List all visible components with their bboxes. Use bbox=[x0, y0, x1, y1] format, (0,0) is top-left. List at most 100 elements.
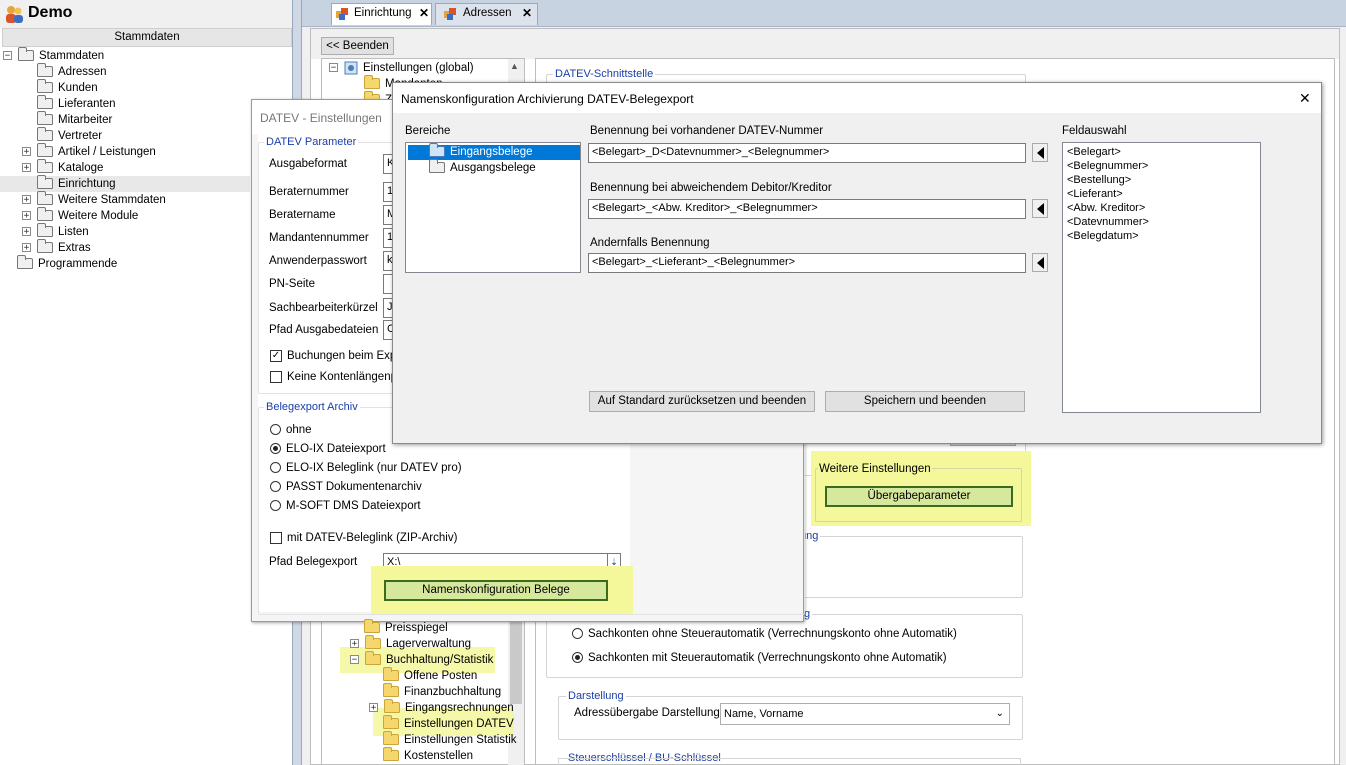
stammdaten-header: Stammdaten bbox=[2, 28, 292, 47]
feld-item[interactable]: <Abw. Kreditor> bbox=[1067, 201, 1149, 215]
collapse-icon[interactable]: − bbox=[350, 655, 359, 665]
tab-einrichtung[interactable]: Einrichtung ✕ bbox=[331, 3, 432, 25]
check-buchungen[interactable]: ✓ Buchungen beim Exp bbox=[270, 350, 396, 362]
sidebar-item[interactable]: + Weitere Module bbox=[22, 207, 138, 224]
sidebar-item[interactable]: Vertreter bbox=[22, 127, 102, 144]
insert-arrow-icon[interactable] bbox=[1032, 143, 1048, 162]
tree-item-label: Buchhaltung/Statistik bbox=[386, 654, 494, 666]
sidebar-item[interactable]: + Kataloge bbox=[22, 159, 103, 176]
sidebar-item[interactable]: − Stammdaten bbox=[3, 47, 104, 64]
sidebar-item[interactable]: + Listen bbox=[22, 223, 89, 240]
archiv-radio[interactable]: M-SOFT DMS Dateiexport bbox=[270, 500, 421, 512]
radio-icon[interactable] bbox=[270, 424, 281, 436]
check-zip[interactable]: mit DATEV-Beleglink (ZIP-Archiv) bbox=[270, 532, 457, 544]
sidebar-item[interactable]: Adressen bbox=[22, 63, 107, 80]
save-button[interactable]: Speichern und beenden bbox=[825, 391, 1025, 412]
tree-item[interactable]: Einstellungen DATEV bbox=[383, 715, 514, 732]
folder-icon bbox=[384, 699, 400, 714]
sidebar-item[interactable]: + Weitere Stammdaten bbox=[22, 191, 166, 208]
group-sachkonten bbox=[546, 614, 1023, 678]
radio-icon[interactable] bbox=[572, 652, 583, 664]
radio-icon[interactable] bbox=[270, 462, 281, 474]
tree-item[interactable]: Preisspiegel bbox=[364, 619, 448, 636]
expand-icon[interactable]: + bbox=[22, 147, 31, 157]
reset-button[interactable]: Auf Standard zurücksetzen und beenden bbox=[589, 391, 815, 412]
adress-select[interactable]: Name, Vorname ⌄ bbox=[720, 703, 1010, 725]
expand-icon[interactable]: + bbox=[350, 639, 359, 649]
radio-icon[interactable] bbox=[270, 443, 281, 455]
tree-item[interactable]: Offene Posten bbox=[383, 667, 477, 684]
check-kontenlaengen[interactable]: Keine Kontenlängenp bbox=[270, 371, 397, 383]
input-andernfalls[interactable]: <Belegart>_<Lieferant>_<Belegnummer> bbox=[588, 253, 1026, 273]
insert-arrow-icon[interactable] bbox=[1032, 253, 1048, 272]
label-andernfalls: Andernfalls Benennung bbox=[590, 237, 710, 249]
back-button-bar bbox=[311, 29, 1339, 59]
tree-item[interactable]: Kostenstellen bbox=[383, 747, 473, 764]
input-abweichend[interactable]: <Belegart>_<Abw. Kreditor>_<Belegnummer> bbox=[588, 199, 1026, 219]
archiv-radio[interactable]: ELO-IX Beleglink (nur DATEV pro) bbox=[270, 462, 462, 474]
collapse-icon[interactable]: − bbox=[3, 51, 12, 61]
close-icon[interactable]: ✕ bbox=[419, 6, 429, 20]
folder-icon bbox=[37, 223, 53, 238]
sidebar-item-label: Listen bbox=[58, 226, 89, 238]
field-label: Sachbearbeiterkürzel bbox=[269, 302, 378, 314]
radio-ohne-steuer[interactable]: Sachkonten ohne Steuerautomatik (Verrech… bbox=[572, 628, 957, 640]
archiv-radio[interactable]: PASST Dokumentenarchiv bbox=[270, 481, 422, 493]
feld-item[interactable]: <Lieferant> bbox=[1067, 187, 1149, 201]
bereich-ausgangsbelege[interactable]: Ausgangsbelege bbox=[429, 159, 536, 176]
sidebar-item[interactable]: + Extras bbox=[22, 239, 91, 256]
tree-item[interactable]: + Lagerverwaltung bbox=[350, 635, 472, 652]
uebergabe-button[interactable]: Übergabeparameter bbox=[825, 486, 1013, 507]
beenden-button[interactable]: << Beenden bbox=[321, 37, 394, 55]
expand-icon[interactable]: + bbox=[22, 163, 31, 173]
close-icon[interactable]: ✕ bbox=[522, 6, 532, 20]
checkbox-icon[interactable]: ✓ bbox=[270, 350, 282, 362]
expand-icon[interactable]: + bbox=[22, 211, 31, 221]
namenskonfiguration-button[interactable]: Namenskonfiguration Belege bbox=[384, 580, 608, 601]
tree-item[interactable]: + Eingangsrechnungen bbox=[369, 699, 514, 716]
expand-icon[interactable]: + bbox=[22, 195, 31, 205]
field-label: PN-Seite bbox=[269, 278, 316, 290]
sidebar-item[interactable]: Kunden bbox=[22, 79, 98, 96]
sidebar-item[interactable]: Einrichtung bbox=[22, 175, 116, 192]
tree-root[interactable]: − Einstellungen (global) bbox=[329, 60, 474, 76]
checkbox-icon[interactable] bbox=[270, 371, 282, 383]
steuer-group-line bbox=[558, 758, 1021, 765]
expand-icon[interactable]: + bbox=[369, 703, 378, 713]
feldauswahl-list[interactable]: <Belegart> <Belegnummer> <Bestellung> <Lief… bbox=[1062, 142, 1261, 413]
radio-icon[interactable] bbox=[572, 628, 583, 640]
close-icon[interactable]: ✕ bbox=[1299, 90, 1311, 107]
archiv-radio[interactable]: ELO-IX Dateiexport bbox=[270, 443, 386, 455]
feld-item[interactable]: <Belegnummer> bbox=[1067, 159, 1149, 173]
feld-item[interactable]: <Datevnummer> bbox=[1067, 215, 1149, 229]
tree-item-label: Lagerverwaltung bbox=[386, 638, 472, 650]
folder-icon bbox=[364, 75, 380, 90]
scroll-up-icon[interactable]: ▲ bbox=[510, 61, 519, 71]
sidebar-item[interactable]: Mitarbeiter bbox=[22, 111, 112, 128]
checkbox-icon[interactable] bbox=[270, 532, 282, 544]
collapse-icon[interactable]: − bbox=[329, 63, 338, 73]
sidebar-item[interactable]: Lieferanten bbox=[22, 95, 116, 112]
feld-item[interactable]: <Belegart> bbox=[1067, 145, 1149, 159]
tree-item[interactable]: Einstellungen Statistik bbox=[383, 731, 517, 748]
sidebar-item-label: Adressen bbox=[58, 66, 107, 78]
input-datev-nummer[interactable]: <Belegart>_D<Datevnummer>_<Belegnummer> bbox=[588, 143, 1026, 163]
sidebar-item[interactable]: Programmende bbox=[3, 255, 117, 272]
field-label: Ausgabeformat bbox=[269, 158, 347, 170]
tree-item[interactable]: Finanzbuchhaltung bbox=[383, 683, 501, 700]
sidebar-item[interactable]: + Artikel / Leistungen bbox=[22, 143, 156, 160]
tree-item[interactable]: − Buchhaltung/Statistik bbox=[350, 651, 494, 668]
tab-adressen[interactable]: Adressen ✕ bbox=[435, 3, 538, 25]
bereich-eingangsbelege[interactable]: Eingangsbelege bbox=[429, 143, 533, 160]
radio-icon[interactable] bbox=[270, 481, 281, 493]
datev-group-title: DATEV-Schnittstelle bbox=[553, 68, 656, 80]
feld-item[interactable]: <Belegdatum> bbox=[1067, 229, 1149, 243]
archiv-radio[interactable]: ohne bbox=[270, 424, 312, 436]
radio-mit-steuer[interactable]: Sachkonten mit Steuerautomatik (Verrechn… bbox=[572, 652, 947, 664]
expand-icon[interactable]: + bbox=[22, 227, 31, 237]
expand-icon[interactable]: + bbox=[22, 243, 31, 253]
feld-item[interactable]: <Bestellung> bbox=[1067, 173, 1149, 187]
scroll-thumb[interactable] bbox=[510, 620, 522, 704]
insert-arrow-icon[interactable] bbox=[1032, 199, 1048, 218]
radio-icon[interactable] bbox=[270, 500, 281, 512]
